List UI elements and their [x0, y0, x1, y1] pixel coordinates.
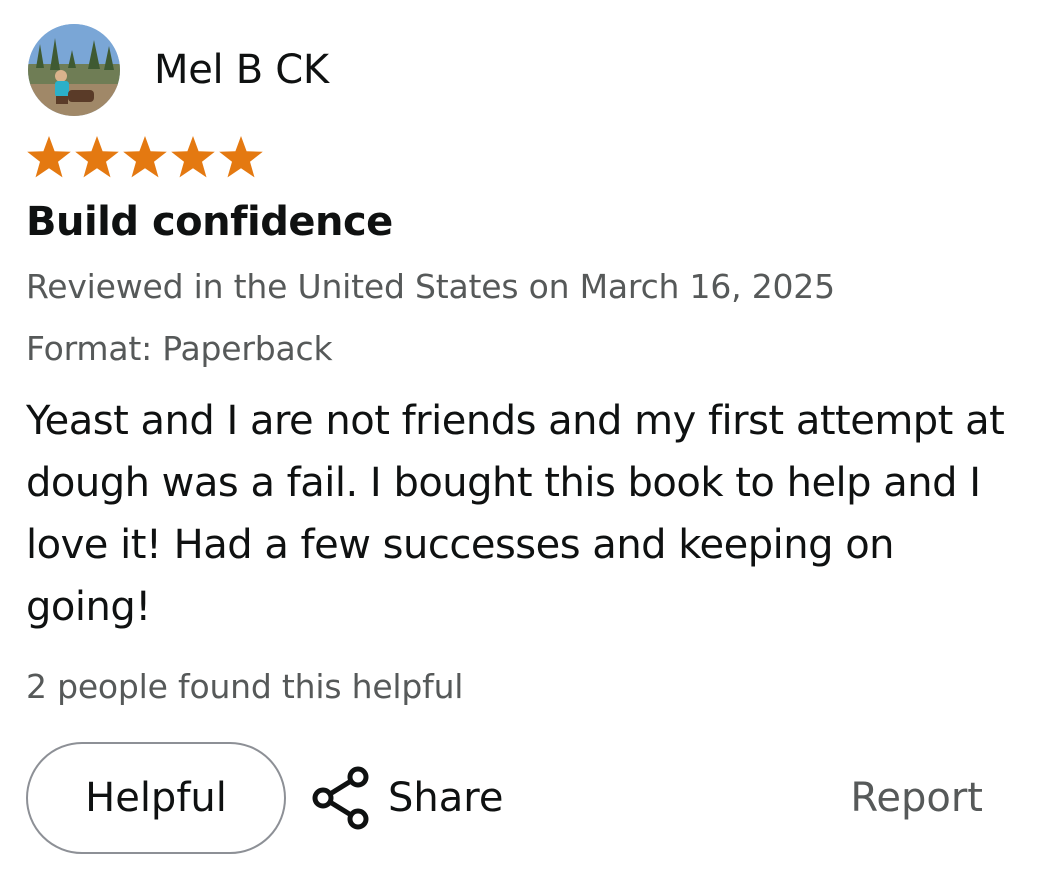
helpful-count: 2 people found this helpful [26, 667, 464, 706]
share-icon [310, 765, 372, 831]
helpful-button[interactable]: Helpful [26, 742, 286, 854]
star-icon [73, 134, 121, 180]
reviewer-name[interactable]: Mel B CK [154, 47, 329, 93]
review-body: Yeast and I are not friends and my first… [26, 398, 1005, 630]
review-format[interactable]: Format: Paperback [26, 329, 333, 368]
share-button[interactable]: Share [310, 762, 503, 834]
star-icon [121, 134, 169, 180]
avatar[interactable] [28, 24, 120, 116]
review-date: Reviewed in the United States on March 1… [26, 267, 835, 306]
star-icon [25, 134, 73, 180]
review-card: Mel B CK Build confidence Reviewed in th… [0, 0, 1043, 872]
reviewer-profile[interactable]: Mel B CK [28, 24, 329, 116]
share-label: Share [388, 775, 504, 821]
star-icon [217, 134, 265, 180]
review-title: Build confidence [26, 199, 393, 245]
report-link[interactable]: Report [850, 775, 983, 821]
star-icon [169, 134, 217, 180]
star-rating [25, 134, 265, 180]
